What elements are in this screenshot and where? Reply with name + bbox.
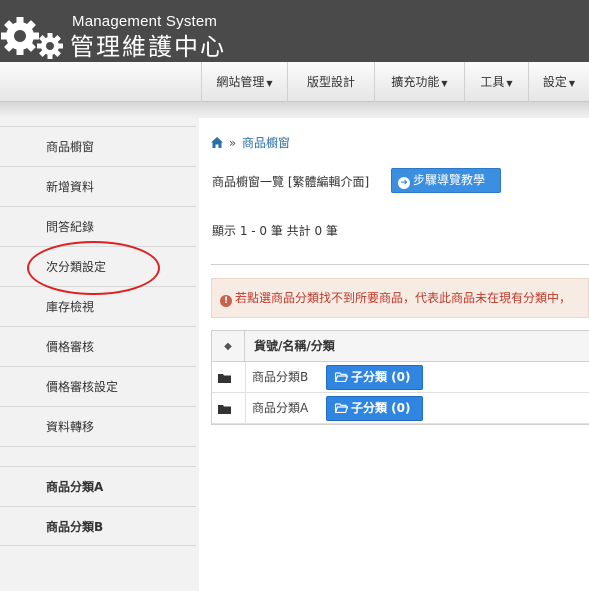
table-row: 商品分類B 子分類 (0) [212, 362, 589, 393]
nav-label: 網站管理 [216, 75, 265, 89]
subcategory-button[interactable]: 子分類 (0) [326, 365, 423, 390]
category-name: 商品分類A [252, 401, 309, 415]
folder-icon [218, 405, 231, 414]
sidebar-item-product-showcase[interactable]: 商品櫥窗 [0, 126, 196, 166]
subcategory-button-label: 子分類 (0) [351, 370, 411, 384]
divider [211, 264, 589, 265]
caret-down-icon: ▼ [441, 79, 448, 88]
highlight-annotation [27, 241, 160, 295]
sidebar-item-price-review[interactable]: 價格審核 [0, 326, 196, 366]
caret-down-icon: ▼ [266, 79, 273, 88]
nav-shadow [0, 102, 589, 118]
breadcrumb: » 商品櫥窗 [211, 134, 290, 151]
caret-down-icon: ▼ [568, 79, 576, 88]
app-title-zh: 管理維護中心 [70, 33, 226, 61]
breadcrumb-current[interactable]: 商品櫥窗 [242, 136, 290, 150]
folder-icon [218, 374, 231, 383]
top-navbar: 網站管理 ▼ 版型設計 擴充功能 ▼ 工具 ▼ 設定 ▼ [0, 62, 589, 102]
table-row: 商品分類A 子分類 (0) [212, 393, 589, 424]
nav-item-template-design[interactable]: 版型設計 [287, 62, 374, 102]
folder-open-icon [335, 403, 348, 413]
gears-logo-icon [1, 17, 63, 59]
sidebar-item-add-data[interactable]: 新增資料 [0, 166, 196, 206]
nav-label: 設定 [542, 75, 567, 89]
subcategory-button[interactable]: 子分類 (0) [326, 396, 423, 421]
cell-separator [245, 393, 246, 424]
record-count: 顯示 1 - 0 筆 共計 0 筆 [212, 224, 338, 238]
sort-icon[interactable]: ◆ [212, 331, 245, 362]
cell-separator [245, 362, 246, 393]
sidebar-item-category-a[interactable]: 商品分類A [0, 466, 196, 506]
sidebar-item-category-b[interactable]: 商品分類B [0, 506, 196, 546]
sidebar-divider [0, 446, 196, 466]
nav-item-site-management[interactable]: 網站管理 ▼ [201, 62, 287, 102]
folder-open-icon [335, 372, 348, 382]
sidebar-item-qa-records[interactable]: 問答紀錄 [0, 206, 196, 246]
nav-item-tools[interactable]: 工具 ▼ [464, 62, 528, 102]
alert-text: 若點選商品分類找不到所要商品，代表此商品未在現有分類中， [235, 291, 572, 305]
main-content: » 商品櫥窗 商品櫥窗一覽 [繁體編輯介面] ➜ 步驟導覽教學 顯示 1 - 0 … [199, 118, 589, 591]
step-guide-button[interactable]: ➜ 步驟導覽教學 [391, 168, 501, 193]
breadcrumb-separator: » [228, 136, 237, 150]
home-icon[interactable] [211, 137, 223, 148]
app-header: Management System 管理維護中心 [0, 0, 589, 62]
nav-item-extensions[interactable]: 擴充功能 ▼ [374, 62, 464, 102]
column-header-name: 貨號/名稱/分類 [254, 339, 335, 353]
exclamation-circle-icon: ! [220, 295, 232, 307]
page-title: 商品櫥窗一覽 [繁體編輯介面] [212, 175, 370, 189]
nav-item-settings[interactable]: 設定 ▼ [528, 62, 589, 102]
nav-label: 工具 [480, 75, 505, 89]
nav-label: 版型設計 [306, 75, 355, 89]
arrow-right-circle-icon: ➜ [398, 177, 410, 189]
sidebar-item-price-review-settings[interactable]: 價格審核設定 [0, 366, 196, 406]
sidebar-item-data-transfer[interactable]: 資料轉移 [0, 406, 196, 446]
category-name: 商品分類B [252, 370, 309, 384]
caret-down-icon: ▼ [506, 79, 513, 88]
step-guide-label: 步驟導覽教學 [413, 173, 486, 187]
warning-alert: ! 若點選商品分類找不到所要商品，代表此商品未在現有分類中， [211, 278, 589, 318]
category-table: ◆ 貨號/名稱/分類 商品分類B 子分類 (0) 商品分類A 子分類 (0) [211, 330, 589, 425]
subcategory-button-label: 子分類 (0) [351, 401, 411, 415]
table-header: ◆ 貨號/名稱/分類 [212, 331, 589, 362]
nav-label: 擴充功能 [391, 75, 440, 89]
